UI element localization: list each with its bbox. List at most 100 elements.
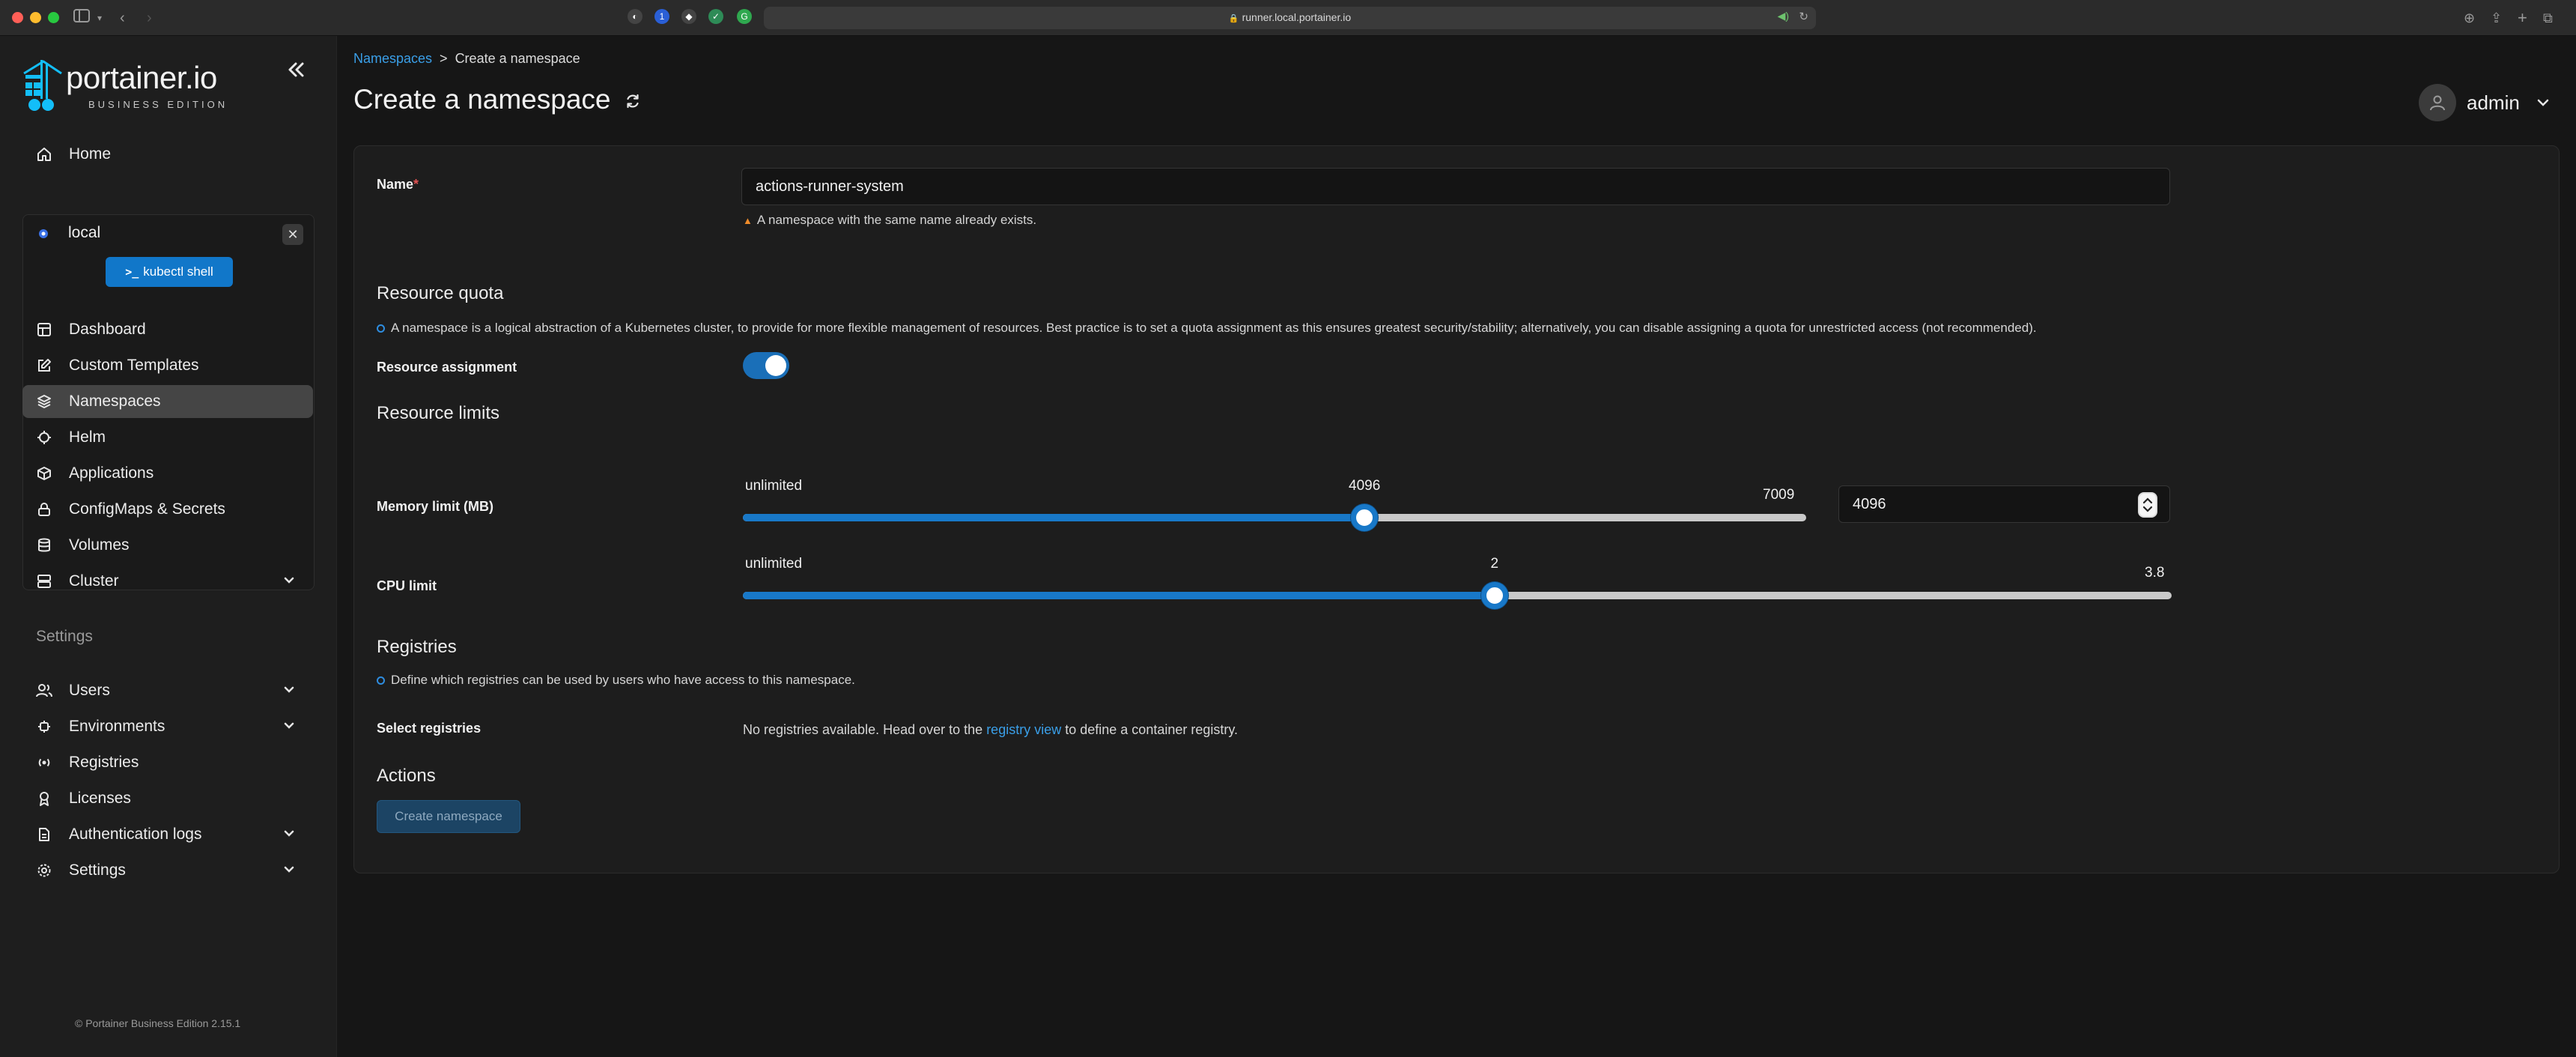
sidebar-item-configmaps-secrets[interactable]: ConfigMaps & Secrets (22, 493, 313, 526)
cpu-min-label: unlimited (745, 556, 803, 572)
sidebar-item-label: Registries (69, 754, 139, 771)
audio-icon[interactable]: ◀) (1778, 10, 1789, 22)
new-tab-icon[interactable]: + (2518, 7, 2527, 28)
memory-slider-handle[interactable] (1351, 504, 1378, 531)
resource-limits-heading: Resource limits (377, 403, 500, 423)
chevron-down-icon (284, 686, 294, 693)
name-warning: ▲ A namespace with the same name already … (743, 213, 1037, 227)
sidebar-item-label: Environments (69, 718, 165, 735)
reload-icon[interactable]: ↻ (1799, 10, 1808, 23)
edit-icon (34, 356, 54, 375)
download-icon[interactable]: ⊕ (2464, 7, 2475, 28)
sidebar-item-authentication-logs[interactable]: Authentication logs (22, 818, 313, 851)
no-registries-message: No registries available. Head over to th… (743, 722, 1239, 737)
sidebar-item-label: Namespaces (69, 393, 161, 410)
sidebar-item-helm[interactable]: Helm (22, 421, 313, 454)
chevron-down-icon (2537, 99, 2549, 106)
shield-extension-icon[interactable]: ◆ (681, 9, 696, 24)
lock-icon: 🔒 (1228, 14, 1239, 23)
chevron-down-icon (284, 866, 294, 873)
kubectl-shell-label: kubectl shell (143, 264, 213, 279)
sidebar-toggle-icon[interactable] (73, 7, 90, 28)
environments-icon (34, 717, 54, 736)
memory-value-label: 4096 (1349, 478, 1381, 494)
memory-limit-input[interactable]: 4096 (1838, 485, 2170, 523)
grammar-extension-icon[interactable]: G (737, 9, 752, 24)
namespace-name-input[interactable] (741, 168, 2170, 205)
breadcrumb-namespaces-link[interactable]: Namespaces (353, 51, 432, 66)
window-zoom-button[interactable] (48, 12, 59, 23)
create-namespace-button[interactable]: Create namespace (377, 800, 520, 833)
registries-help: Define which registries can be used by u… (377, 673, 855, 688)
chevron-down-icon[interactable]: ▾ (97, 7, 102, 28)
sidebar-item-volumes[interactable]: Volumes (22, 529, 313, 562)
cpu-slider-handle[interactable] (1481, 582, 1508, 609)
url-text: runner.local.portainer.io (1242, 11, 1352, 23)
sidebar-item-label: Dashboard (69, 321, 146, 338)
sidebar-item-label: Home (69, 145, 112, 163)
back-icon[interactable]: ‹ (120, 7, 125, 28)
gear-icon (34, 861, 54, 880)
privacy-extension-icon[interactable]: ◐ (628, 9, 643, 24)
memory-slider-fill (743, 514, 1364, 521)
cpu-limit-label: CPU limit (377, 578, 437, 593)
kubectl-shell-button[interactable]: >_ kubectl shell (106, 257, 233, 287)
password-extension-icon[interactable]: 1 (654, 9, 669, 24)
sidebar-item-home[interactable]: Home (22, 138, 313, 171)
sidebar-item-namespaces[interactable]: Namespaces (22, 385, 313, 418)
user-icon (2430, 95, 2445, 111)
actions-heading: Actions (377, 766, 436, 786)
sidebar-item-label: Licenses (69, 790, 131, 807)
helm-icon (34, 428, 54, 447)
tabs-overview-icon[interactable]: ⧉ (2543, 7, 2553, 28)
close-environment-button[interactable]: ✕ (282, 224, 303, 245)
dashboard-icon (34, 320, 54, 339)
refresh-icon[interactable] (625, 93, 641, 109)
sidebar-item-label: Cluster (69, 572, 119, 590)
warning-icon: ▲ (743, 215, 753, 226)
resource-quota-help: A namespace is a logical abstraction of … (377, 321, 2037, 336)
info-icon (377, 324, 385, 333)
sidebar-item-licenses[interactable]: Licenses (22, 782, 313, 815)
sidebar-item-environments[interactable]: Environments (22, 710, 313, 743)
memory-min-label: unlimited (745, 478, 803, 494)
award-icon (34, 789, 54, 808)
user-menu[interactable]: admin (2419, 84, 2551, 121)
sidebar-item-custom-templates[interactable]: Custom Templates (22, 349, 313, 382)
memory-limit-slider[interactable] (743, 504, 1806, 531)
users-icon (34, 681, 54, 700)
sidebar-item-users[interactable]: Users (22, 674, 313, 707)
resource-quota-heading: Resource quota (377, 283, 504, 303)
window-close-button[interactable] (12, 12, 23, 23)
cpu-limit-slider[interactable] (743, 582, 2172, 609)
sidebar-item-label: ConfigMaps & Secrets (69, 500, 225, 518)
radio-icon (34, 753, 54, 772)
sidebar-item-applications[interactable]: Applications (22, 457, 313, 490)
address-bar[interactable]: 🔒 runner.local.portainer.io ◀) ↻ (764, 7, 1816, 29)
environment-header: local ✕ (23, 215, 314, 252)
resource-assignment-toggle[interactable] (743, 352, 789, 379)
forward-icon[interactable]: › (147, 7, 152, 28)
breadcrumb: Namespaces > Create a namespace (353, 51, 580, 67)
adblock-extension-icon[interactable]: ✓ (708, 9, 723, 24)
browser-toolbar: ▾ ‹ › ◐ 1 ◆ ✓ G 🔒 runner.local.portainer.… (0, 0, 2576, 36)
cpu-max-label: 3.8 (2145, 565, 2165, 581)
sidebar-item-dashboard[interactable]: Dashboard (22, 313, 313, 346)
sidebar-item-cluster[interactable]: Cluster (22, 565, 313, 598)
memory-limit-label: Memory limit (MB) (377, 499, 494, 514)
sidebar-item-settings[interactable]: Settings (22, 854, 313, 887)
registry-view-link[interactable]: registry view (986, 722, 1061, 737)
home-icon (34, 145, 54, 164)
version-footer: © Portainer Business Edition 2.15.1 (75, 1017, 241, 1029)
lock-icon (34, 500, 54, 519)
select-registries-label: Select registries (377, 721, 482, 736)
username: admin (2467, 91, 2520, 114)
number-stepper[interactable] (2138, 492, 2157, 518)
collapse-sidebar-icon[interactable] (285, 58, 310, 84)
kubernetes-icon (39, 229, 48, 238)
window-minimize-button[interactable] (30, 12, 41, 23)
sidebar: portainer.io BUSINESS EDITION Home local… (0, 36, 337, 1057)
sidebar-item-registries[interactable]: Registries (22, 746, 313, 779)
portainer-logo[interactable]: portainer.io BUSINESS EDITION (21, 57, 253, 117)
share-icon[interactable]: ⇪ (2491, 7, 2502, 28)
